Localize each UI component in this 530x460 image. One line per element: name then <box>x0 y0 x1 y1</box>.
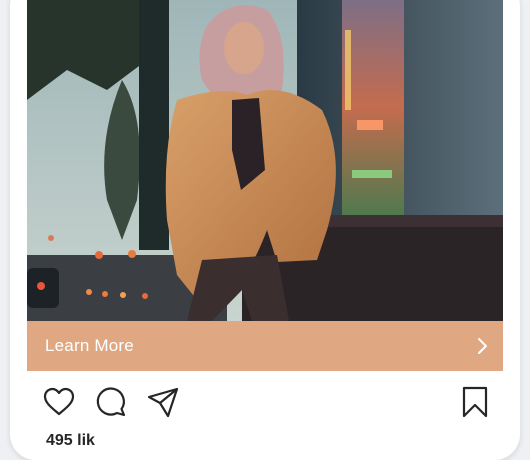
post-photo <box>27 0 503 321</box>
likes-count: 495 lik <box>46 432 95 449</box>
heart-icon <box>43 387 75 416</box>
post-action-bar <box>27 371 503 433</box>
bookmark-icon <box>462 386 488 418</box>
save-button[interactable] <box>458 385 492 419</box>
comment-icon <box>96 387 126 417</box>
learn-more-label: Learn More <box>45 336 134 355</box>
learn-more-button[interactable]: Learn More <box>27 321 503 371</box>
comment-button[interactable] <box>94 385 128 419</box>
chevron-right-icon <box>478 338 487 354</box>
like-button[interactable] <box>42 385 76 419</box>
share-button[interactable] <box>146 385 180 419</box>
post-image[interactable] <box>27 0 503 321</box>
share-icon <box>147 387 179 418</box>
